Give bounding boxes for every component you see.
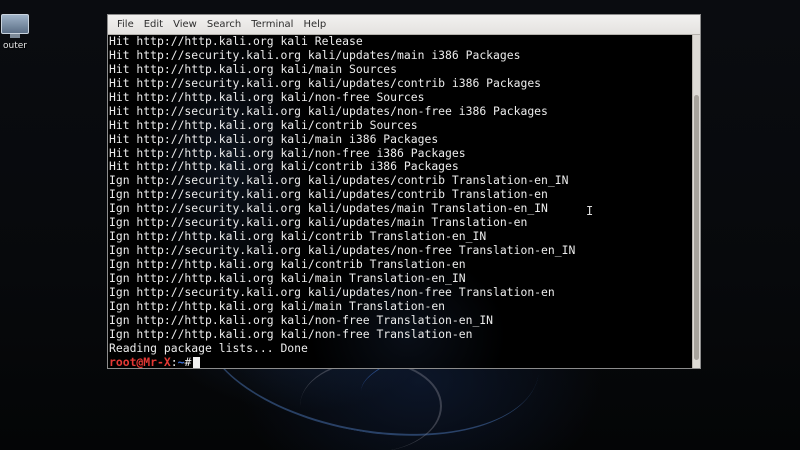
terminal-line: Hit http://http.kali.org kali/main Sourc… (109, 61, 398, 76)
terminal-output: Hit http://http.kali.org kali Release Hi… (109, 35, 575, 368)
prompt-symbol: # (184, 354, 192, 368)
text-cursor (193, 356, 201, 368)
terminal-menubar: File Edit View Search Terminal Help (108, 15, 700, 35)
scrollbar-thumb[interactable] (694, 95, 699, 360)
terminal-line: Hit http://http.kali.org kali/contrib i3… (109, 159, 459, 174)
menu-help[interactable]: Help (298, 15, 331, 35)
terminal-line: Hit http://http.kali.org kali/non-free i… (109, 145, 466, 160)
terminal-output-area[interactable]: Hit http://http.kali.org kali Release Hi… (108, 35, 692, 368)
ibeam-cursor-icon: I (586, 204, 594, 218)
menu-view[interactable]: View (168, 15, 202, 35)
terminal-line: Ign http://security.kali.org kali/update… (109, 173, 569, 188)
terminal-line: Hit http://http.kali.org kali/main i386 … (109, 131, 439, 146)
prompt-separator: : (170, 354, 178, 368)
terminal-line: Ign http://http.kali.org kali/contrib Tr… (109, 229, 487, 244)
terminal-line: Hit http://security.kali.org kali/update… (109, 103, 548, 118)
computer-icon-stand (10, 34, 20, 38)
computer-icon (1, 14, 29, 34)
desktop-computer-shortcut[interactable]: outer (0, 14, 32, 51)
desktop-background: outer File Edit View Search Terminal Hel… (0, 0, 800, 450)
terminal-line: Hit http://security.kali.org kali/update… (109, 75, 542, 90)
terminal-line: Ign http://http.kali.org kali/main Trans… (109, 298, 446, 313)
terminal-line: Ign http://security.kali.org kali/update… (109, 243, 576, 258)
terminal-line: Ign http://security.kali.org kali/update… (109, 187, 548, 202)
menu-file[interactable]: File (112, 15, 139, 35)
terminal-line: Hit http://security.kali.org kali/update… (109, 47, 521, 62)
desktop-icon-label: outer (3, 41, 27, 51)
menu-terminal[interactable]: Terminal (246, 15, 298, 35)
terminal-line: Ign http://security.kali.org kali/update… (109, 201, 548, 216)
terminal-line: Ign http://security.kali.org kali/update… (109, 284, 555, 299)
terminal-line: Hit http://http.kali.org kali Release (109, 35, 363, 48)
menu-search[interactable]: Search (202, 15, 246, 35)
terminal-window[interactable]: File Edit View Search Terminal Help Hit … (107, 14, 701, 369)
menu-edit[interactable]: Edit (139, 15, 168, 35)
terminal-line: Hit http://http.kali.org kali/non-free S… (109, 89, 425, 104)
terminal-line: Hit http://http.kali.org kali/contrib So… (109, 117, 418, 132)
terminal-scrollbar[interactable] (692, 35, 700, 368)
wallpaper-swirl (300, 360, 442, 450)
terminal-line: Reading package lists... Done (109, 340, 308, 355)
prompt-user-host: root@Mr-X (109, 354, 171, 368)
prompt-path: ~ (177, 354, 185, 368)
terminal-line: Ign http://http.kali.org kali/contrib Tr… (109, 257, 466, 271)
terminal-line: Ign http://security.kali.org kali/update… (109, 215, 528, 230)
terminal-line: Ign http://http.kali.org kali/non-free T… (109, 326, 473, 341)
shell-prompt-line[interactable]: root@Mr-X: ~ # (109, 354, 575, 368)
terminal-line: Ign http://http.kali.org kali/non-free T… (109, 312, 494, 327)
terminal-line: Ign http://http.kali.org kali/main Trans… (109, 270, 466, 285)
